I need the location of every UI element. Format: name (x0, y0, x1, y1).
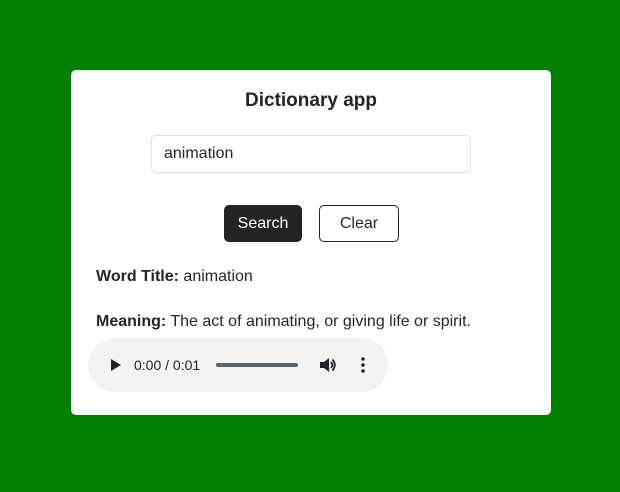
search-input[interactable] (151, 135, 471, 173)
clear-button[interactable]: Clear (319, 205, 399, 242)
meaning-row: Meaning: The act of animating, or giving… (96, 312, 471, 332)
more-options-icon[interactable] (353, 355, 373, 375)
audio-progress-slider[interactable] (216, 363, 298, 367)
meaning-value: The act of animating, or giving life or … (170, 313, 471, 330)
word-title-value: animation (183, 268, 253, 285)
word-title-row: Word Title: animation (96, 267, 253, 287)
meaning-label: Meaning: (96, 313, 167, 330)
dictionary-card: Dictionary app Search Clear Word Title: … (71, 70, 551, 415)
volume-icon[interactable] (318, 355, 338, 375)
search-button[interactable]: Search (224, 205, 302, 242)
word-title-label: Word Title: (96, 268, 179, 285)
play-icon[interactable] (108, 358, 122, 372)
audio-time-display: 0:00 / 0:01 (134, 357, 201, 373)
page-title: Dictionary app (245, 90, 377, 111)
audio-player: 0:00 / 0:01 (88, 338, 388, 392)
